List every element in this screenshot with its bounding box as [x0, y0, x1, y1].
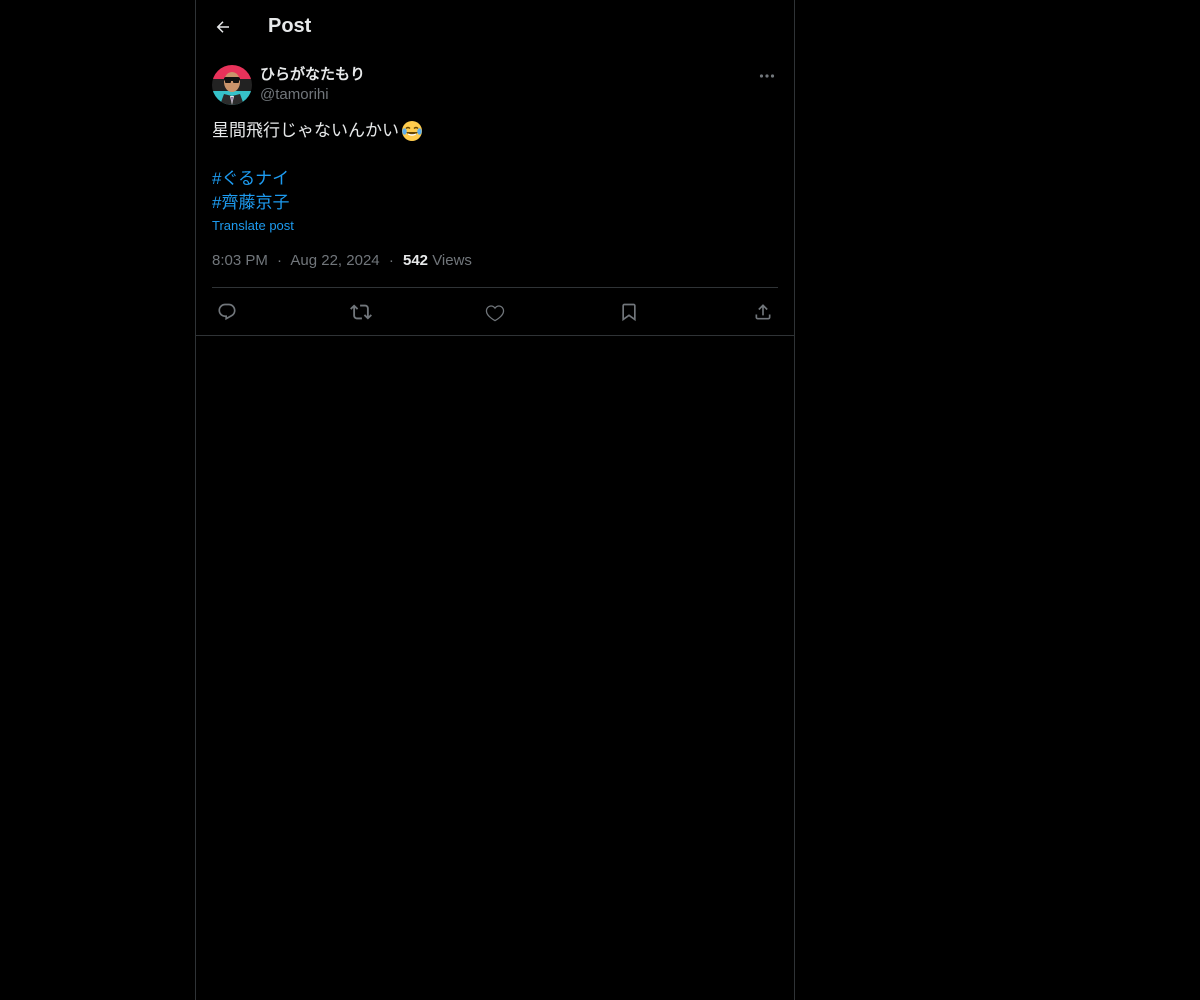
- page-title: Post: [268, 15, 312, 37]
- bookmark-icon: [622, 303, 636, 321]
- main-column: Post ひらがなたもり @tamorihi 星間飛行じゃないんかい #ぐるナイ…: [195, 0, 795, 1000]
- author-row: ひらがなたもり @tamorihi: [212, 53, 778, 105]
- face-with-tears-of-joy-icon: [402, 121, 422, 141]
- action-bar: [212, 288, 778, 335]
- share-button[interactable]: [748, 297, 778, 327]
- author-names: ひらがなたもり @tamorihi: [260, 65, 365, 105]
- more-horizontal-icon: [759, 74, 775, 78]
- reply-button[interactable]: [212, 297, 242, 327]
- post-text: 星間飛行じゃないんかい: [212, 121, 399, 140]
- arrow-left-icon: [216, 20, 229, 33]
- share-icon: [755, 303, 771, 319]
- post-time[interactable]: 8:03 PM: [212, 252, 268, 269]
- post-meta: 8:03 PM · Aug 22, 2024 · 542 Views: [212, 251, 778, 288]
- avatar[interactable]: [212, 65, 252, 105]
- post: ひらがなたもり @tamorihi 星間飛行じゃないんかい #ぐるナイ #齊藤京…: [196, 53, 794, 336]
- like-button[interactable]: [480, 297, 510, 327]
- profile-avatar: [212, 65, 252, 105]
- meta-separator: ·: [277, 252, 283, 269]
- bookmark-button[interactable]: [614, 297, 644, 327]
- meta-separator: ·: [388, 252, 394, 269]
- post-body: 星間飛行じゃないんかい #ぐるナイ #齊藤京子 Translate post: [212, 119, 778, 235]
- author-display-name[interactable]: ひらがなたもり: [260, 65, 365, 85]
- hashtag-link[interactable]: #ぐるナイ: [212, 167, 778, 191]
- post-date[interactable]: Aug 22, 2024: [290, 252, 379, 269]
- more-options-button[interactable]: [756, 67, 778, 85]
- translate-post-link[interactable]: Translate post: [212, 217, 778, 235]
- post-text-line: 星間飛行じゃないんかい: [212, 119, 778, 143]
- reply-icon: [218, 303, 236, 320]
- top-bar: Post: [196, 0, 794, 53]
- hashtag-link[interactable]: #齊藤京子: [212, 191, 778, 215]
- heart-icon: [485, 304, 505, 321]
- repost-icon: [350, 304, 372, 319]
- views-count[interactable]: 542: [403, 252, 428, 269]
- repost-button[interactable]: [346, 297, 376, 327]
- views-label[interactable]: Views: [432, 252, 472, 269]
- author-handle[interactable]: @tamorihi: [260, 85, 365, 105]
- back-button[interactable]: [212, 16, 234, 38]
